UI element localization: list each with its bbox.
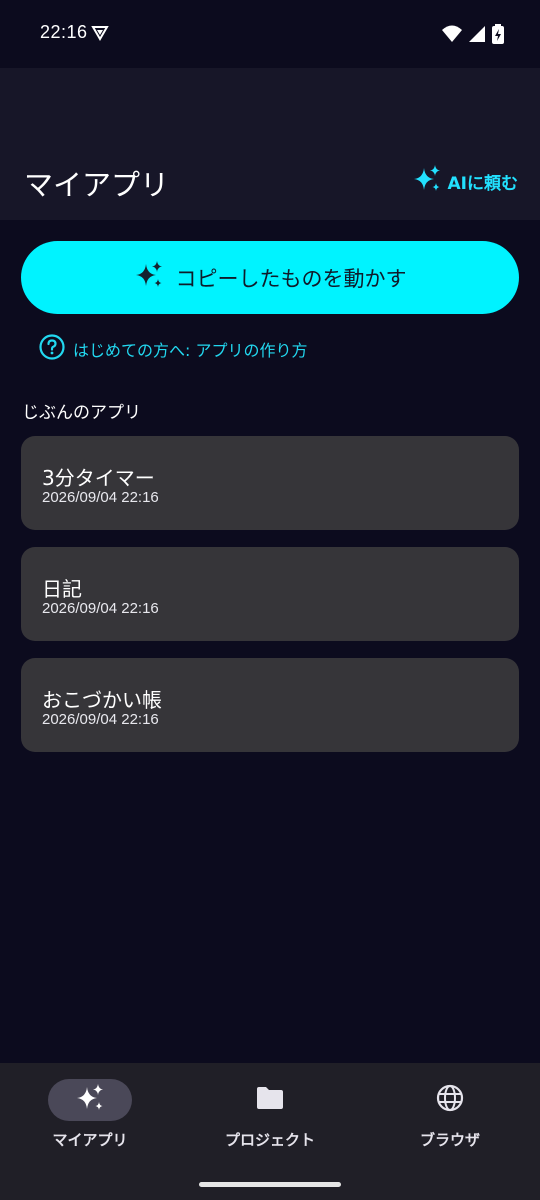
ask-ai-label: AIに頼む: [447, 174, 518, 194]
app-name: 日記: [42, 577, 82, 601]
help-link[interactable]: はじめての方へ: アプリの作り方: [39, 334, 307, 364]
ask-ai-button[interactable]: AIに頼む: [412, 164, 518, 199]
run-copied-button[interactable]: コピーしたものを動かす: [21, 241, 519, 314]
home-indicator[interactable]: [199, 1182, 341, 1187]
help-link-label: はじめての方へ: アプリの作り方: [73, 341, 308, 360]
nav-active-indicator: [48, 1079, 132, 1121]
app-name: おこづかい帳: [42, 688, 162, 712]
status-bar: 22:16: [0, 0, 540, 68]
nav-label: ブラウザ: [419, 1131, 480, 1149]
nav-item-projects[interactable]: プロジェクト: [180, 1079, 360, 1150]
battery-icon: [492, 24, 504, 48]
section-title: じぶんのアプリ: [22, 403, 141, 423]
bottom-nav: マイアプリ プロジェクト ブラウザ: [0, 1063, 540, 1200]
app-bar: マイアプリ AIに頼む: [0, 68, 540, 220]
app-card[interactable]: おこづかい帳 2026/09/04 22:16: [21, 658, 519, 752]
screen: 22:16 マイアプリ AIに頼む コピーしたものを動かす はじめての方へ: ア…: [0, 0, 540, 1200]
app-card[interactable]: 3分タイマー 2026/09/04 22:16: [21, 436, 519, 530]
app-card[interactable]: 日記 2026/09/04 22:16: [21, 547, 519, 641]
help-circle-icon: [39, 334, 65, 364]
globe-icon: [436, 1084, 464, 1116]
status-time: 22:16: [40, 22, 88, 42]
vpn-shield-icon: [91, 24, 109, 46]
app-date: 2026/09/04 22:16: [42, 711, 159, 728]
nav-label: マイアプリ: [52, 1131, 128, 1149]
page-title: マイアプリ: [24, 168, 170, 202]
nav-icon-wrap: [228, 1079, 312, 1121]
signal-icon: [468, 25, 486, 47]
app-date: 2026/09/04 22:16: [42, 600, 159, 617]
app-name: 3分タイマー: [42, 466, 155, 490]
sparkle-icon: [134, 260, 164, 295]
folder-icon: [256, 1086, 284, 1114]
run-copied-label: コピーしたものを動かす: [175, 266, 407, 291]
sparkle-icon: [412, 164, 442, 199]
wifi-icon: [442, 25, 462, 47]
nav-item-my-apps[interactable]: マイアプリ: [0, 1079, 180, 1150]
app-list: 3分タイマー 2026/09/04 22:16 日記 2026/09/04 22…: [21, 436, 519, 769]
nav-label: プロジェクト: [224, 1131, 315, 1149]
status-icons: [442, 24, 504, 48]
nav-item-browser[interactable]: ブラウザ: [360, 1079, 540, 1150]
sparkle-icon: [75, 1083, 105, 1117]
app-date: 2026/09/04 22:16: [42, 489, 159, 506]
nav-icon-wrap: [408, 1079, 492, 1121]
